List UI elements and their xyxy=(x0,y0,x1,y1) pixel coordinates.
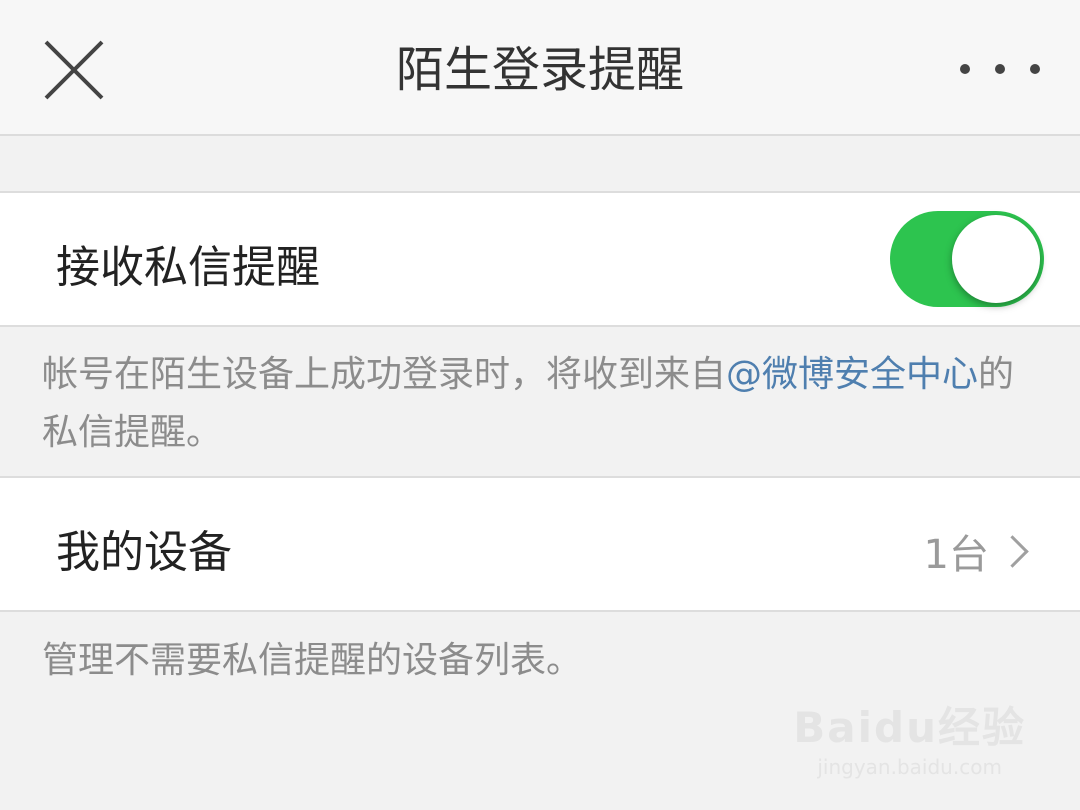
more-dots-icon xyxy=(1030,64,1040,74)
page-title: 陌生登录提醒 xyxy=(395,42,684,98)
chevron-right-icon xyxy=(996,534,1029,568)
close-icon xyxy=(44,40,104,100)
baidu-watermark: Baidu经验 jingyan.baidu.com xyxy=(793,694,1026,779)
more-dots-icon xyxy=(960,64,970,74)
my-devices-description: 管理不需要私信提醒的设备列表。 xyxy=(42,640,583,681)
description-text: 帐号在陌生设备上成功登录时，将收到来自 xyxy=(42,354,727,395)
navigation-bar: 陌生登录提醒 xyxy=(0,0,1080,136)
device-count-value: 1台 xyxy=(923,532,989,578)
security-center-link[interactable]: @微博安全中心 xyxy=(726,354,978,395)
receive-pm-description: 帐号在陌生设备上成功登录时，将收到来自@微博安全中心的私信提醒。 xyxy=(42,346,1042,462)
watermark-url: jingyan.baidu.com xyxy=(817,755,1002,779)
more-button[interactable] xyxy=(960,56,1040,82)
my-devices-label: 我的设备 xyxy=(56,527,232,578)
receive-pm-label: 接收私信提醒 xyxy=(56,242,320,293)
my-devices-row[interactable]: 我的设备 1台 xyxy=(0,476,1080,612)
watermark-logo: Baidu经验 xyxy=(793,703,1026,752)
device-count: 1台 xyxy=(923,522,1029,580)
more-dots-icon xyxy=(995,64,1005,74)
close-button[interactable] xyxy=(40,36,110,106)
toggle-knob xyxy=(952,215,1040,303)
receive-pm-toggle[interactable] xyxy=(890,211,1044,307)
receive-pm-row: 接收私信提醒 xyxy=(0,191,1080,327)
